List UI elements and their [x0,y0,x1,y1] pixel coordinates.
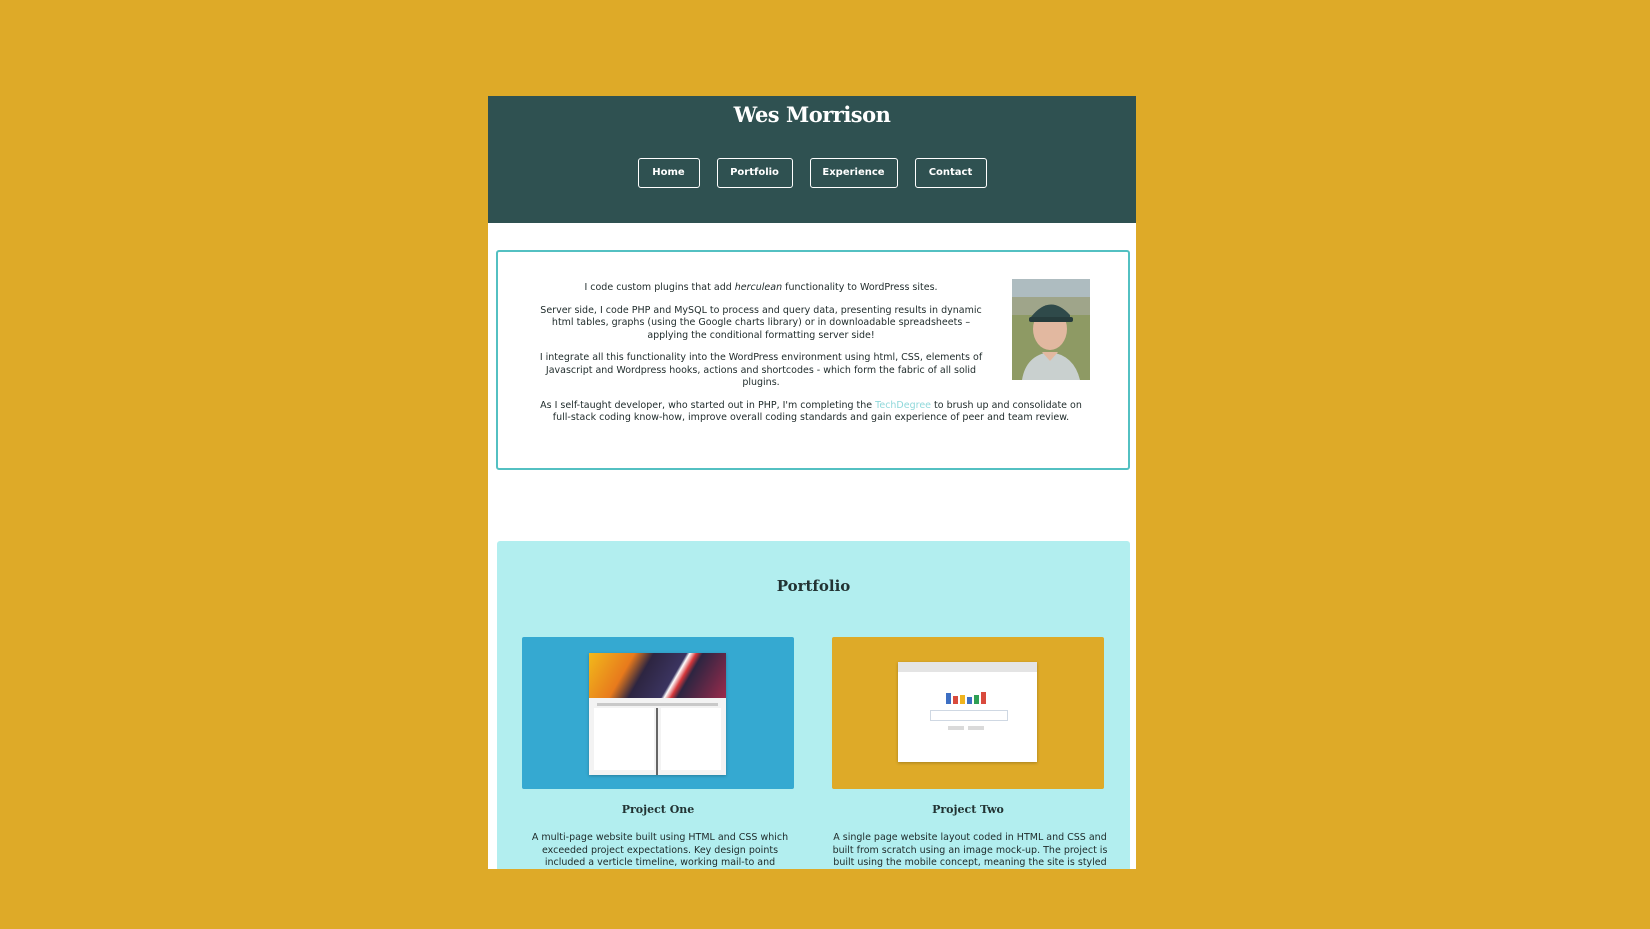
site-title: Wes Morrison [733,102,891,127]
about-section: I code custom plugins that add herculean… [496,250,1130,470]
project-two-mockup [898,662,1037,762]
about-paragraph-1: I code custom plugins that add herculean… [584,282,938,293]
profile-photo-image [1012,279,1090,380]
profile-photo [1012,279,1090,380]
website-page: Wes Morrison Home Portfolio Experience C… [488,96,1136,869]
project-description: A multi-page website built using HTML an… [531,832,789,868]
about-paragraph-3: I integrate all this functionality into … [539,352,983,388]
mockup-logo-icon [946,692,986,704]
main-nav: Home Portfolio Experience Contact [488,158,1136,188]
portfolio-section: Portfolio Project One A multi-page websi… [497,541,1130,869]
about-text: I code custom plugins that add herculean… [536,282,1082,435]
project-title: Project Two [932,803,1004,816]
nav-experience-button[interactable]: Experience [809,158,898,188]
about-paragraph-4: As I self-taught developer, who started … [540,399,1082,424]
nav-portfolio-button[interactable]: Portfolio [716,158,793,188]
nav-contact-button[interactable]: Contact [914,158,987,188]
about-paragraph-2: Server side, I code PHP and MySQL to pro… [540,304,982,341]
nav-home-button[interactable]: Home [637,158,700,188]
project-one-mockup [589,653,726,775]
project-title: Project One [621,803,695,816]
project-two-thumbnail[interactable] [832,637,1104,789]
project-description: A single page website layout coded in HT… [832,832,1108,868]
portfolio-heading: Portfolio [776,577,851,595]
project-card: Project Two A single page website layout… [832,637,1107,869]
project-one-thumbnail[interactable] [522,637,794,789]
techdegree-link[interactable]: TechDegree [875,400,931,411]
project-card: Project One A multi-page website built u… [522,637,794,869]
site-header: Wes Morrison Home Portfolio Experience C… [488,96,1136,223]
